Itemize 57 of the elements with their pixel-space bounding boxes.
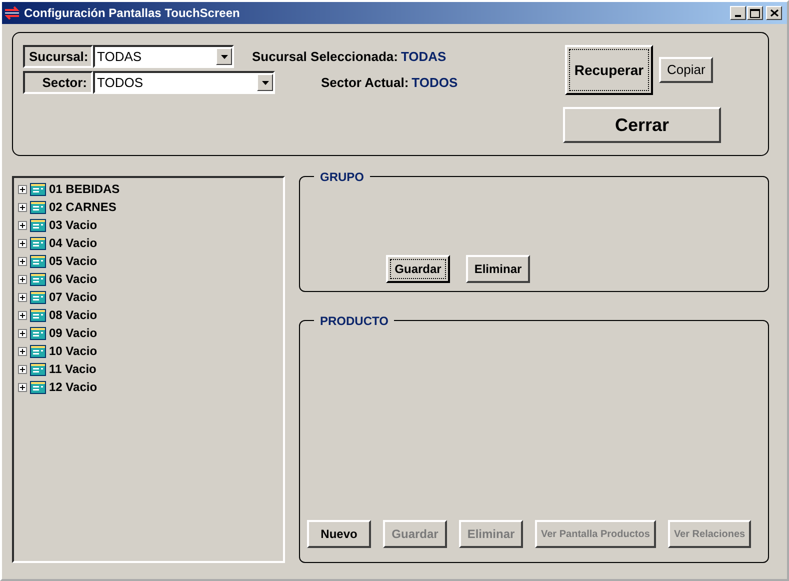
current-sector-label: Sector Actual:	[321, 74, 409, 92]
expand-icon[interactable]	[18, 292, 27, 302]
expand-icon[interactable]	[18, 328, 27, 338]
tree-item[interactable]: 10 Vacio	[49, 342, 98, 360]
window-title: Configuración Pantallas TouchScreen	[24, 5, 240, 22]
table-icon	[30, 182, 46, 196]
selected-branch-label: Sucursal Seleccionada:	[252, 48, 398, 66]
tree-item[interactable]: 05 Vacio	[49, 252, 98, 270]
tree-item[interactable]: 02 CARNES	[49, 198, 116, 216]
expand-icon[interactable]	[18, 382, 27, 392]
current-sector-value: TODOS	[412, 74, 458, 92]
minimize-button[interactable]	[730, 6, 746, 20]
expand-icon[interactable]	[18, 238, 27, 248]
expand-icon[interactable]	[18, 184, 27, 194]
tree-item[interactable]: 03 Vacio	[49, 216, 98, 234]
table-icon	[30, 362, 46, 376]
table-icon	[30, 344, 46, 358]
expand-icon[interactable]	[18, 274, 27, 284]
expand-icon[interactable]	[18, 202, 27, 212]
close-icon	[770, 9, 778, 17]
delete-button[interactable]: Eliminar	[466, 255, 530, 283]
table-icon	[30, 272, 46, 286]
expand-icon[interactable]	[18, 364, 27, 374]
branch-label: Sucursal:	[23, 45, 93, 68]
table-icon	[30, 218, 46, 232]
save-button[interactable]: Guardar	[386, 255, 450, 283]
expand-icon[interactable]	[18, 256, 27, 266]
tree-item[interactable]: 11 Vacio	[49, 360, 96, 378]
table-icon	[30, 380, 46, 394]
sector-label: Sector:	[23, 71, 93, 94]
copy-button[interactable]: Copiar	[659, 57, 714, 83]
close-button[interactable]	[766, 6, 782, 20]
table-icon	[30, 290, 46, 304]
expand-icon[interactable]	[18, 310, 27, 320]
tree-item[interactable]: 04 Vacio	[49, 234, 98, 252]
tree-item[interactable]: 07 Vacio	[49, 288, 98, 306]
table-icon	[30, 200, 46, 214]
tree-item[interactable]: 12 Vacio	[49, 378, 98, 396]
close-form-button[interactable]: Cerrar	[563, 107, 721, 143]
tree-item[interactable]: 09 Vacio	[49, 324, 98, 342]
branch-dropdown[interactable]: TODAS	[93, 45, 234, 68]
tree-item[interactable]: 08 Vacio	[49, 306, 98, 324]
table-icon	[30, 236, 46, 250]
expand-icon[interactable]	[18, 220, 27, 230]
maximize-button[interactable]	[747, 6, 763, 20]
maximize-icon	[750, 8, 760, 18]
sector-dropdown[interactable]: TODOS	[93, 71, 275, 94]
table-icon	[30, 308, 46, 322]
expand-icon[interactable]	[18, 346, 27, 356]
retrieve-button[interactable]: Recuperar	[565, 45, 653, 95]
new-button[interactable]: Nuevo	[307, 520, 371, 548]
tree-item[interactable]: 06 Vacio	[49, 270, 98, 288]
tree-item[interactable]: 01 BEBIDAS	[49, 180, 120, 198]
selected-branch-value: TODAS	[400, 48, 446, 66]
app-icon	[4, 6, 20, 20]
table-icon	[30, 326, 46, 340]
table-icon	[30, 254, 46, 268]
